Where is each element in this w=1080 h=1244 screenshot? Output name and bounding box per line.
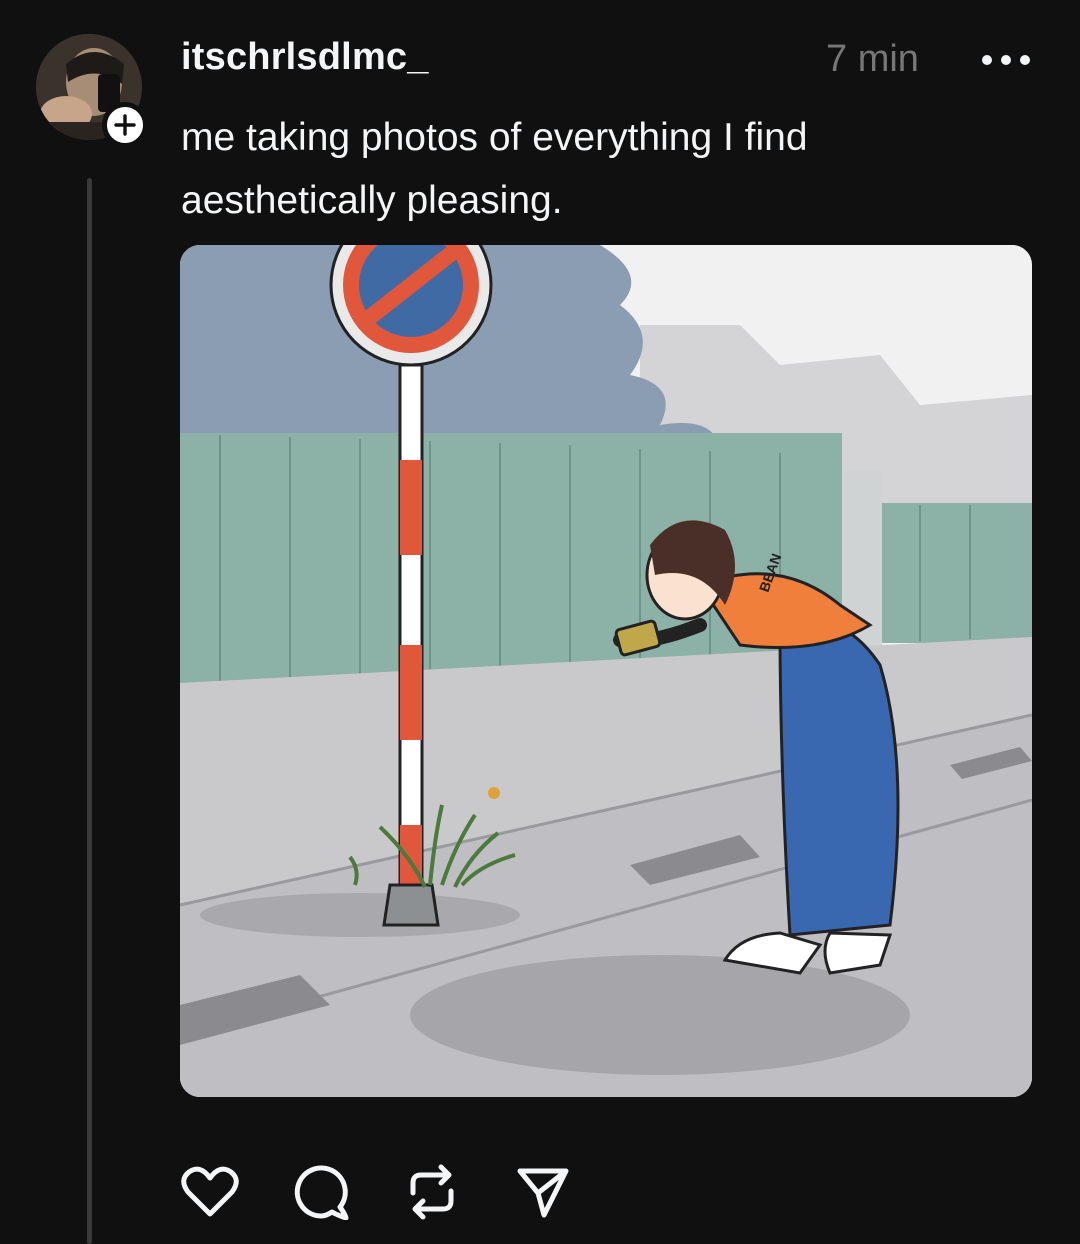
comment-icon [294,1165,349,1220]
post-caption: me taking photos of everything I find ae… [181,116,808,222]
share-button[interactable] [513,1162,573,1222]
send-icon [517,1168,569,1218]
like-button[interactable] [180,1162,240,1222]
post-image[interactable]: BEAN [180,245,1032,1097]
comment-button[interactable] [291,1162,351,1222]
more-options-button[interactable] [978,40,1034,80]
illustration: BEAN [180,245,1032,1097]
repost-icon [410,1164,454,1220]
more-horizontal-icon [982,55,1030,65]
plus-icon [114,114,136,136]
follow-button[interactable] [102,102,148,148]
heart-icon [181,1166,239,1217]
action-bar [180,1162,624,1222]
repost-button[interactable] [402,1162,462,1222]
post-timestamp: 7 min [826,38,919,80]
thread-line [87,178,92,1244]
username[interactable]: itschrlsdlmc_ [181,36,429,79]
